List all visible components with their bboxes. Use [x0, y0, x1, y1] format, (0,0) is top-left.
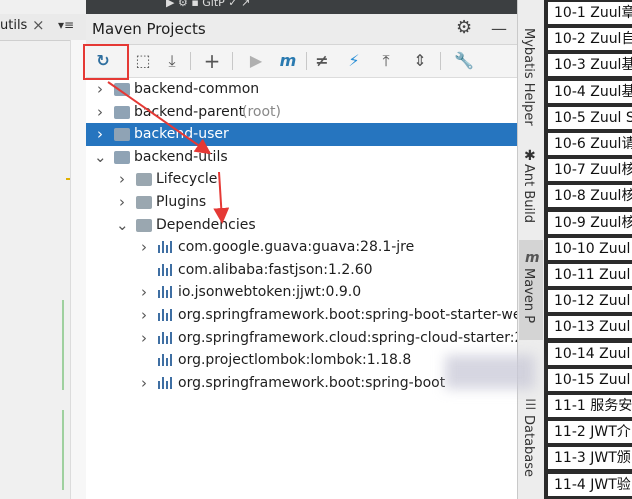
annotation-arrows — [107, 81, 230, 224]
annotation-arrow-1 — [107, 81, 212, 155]
annotation-arrow-2 — [213, 171, 230, 224]
